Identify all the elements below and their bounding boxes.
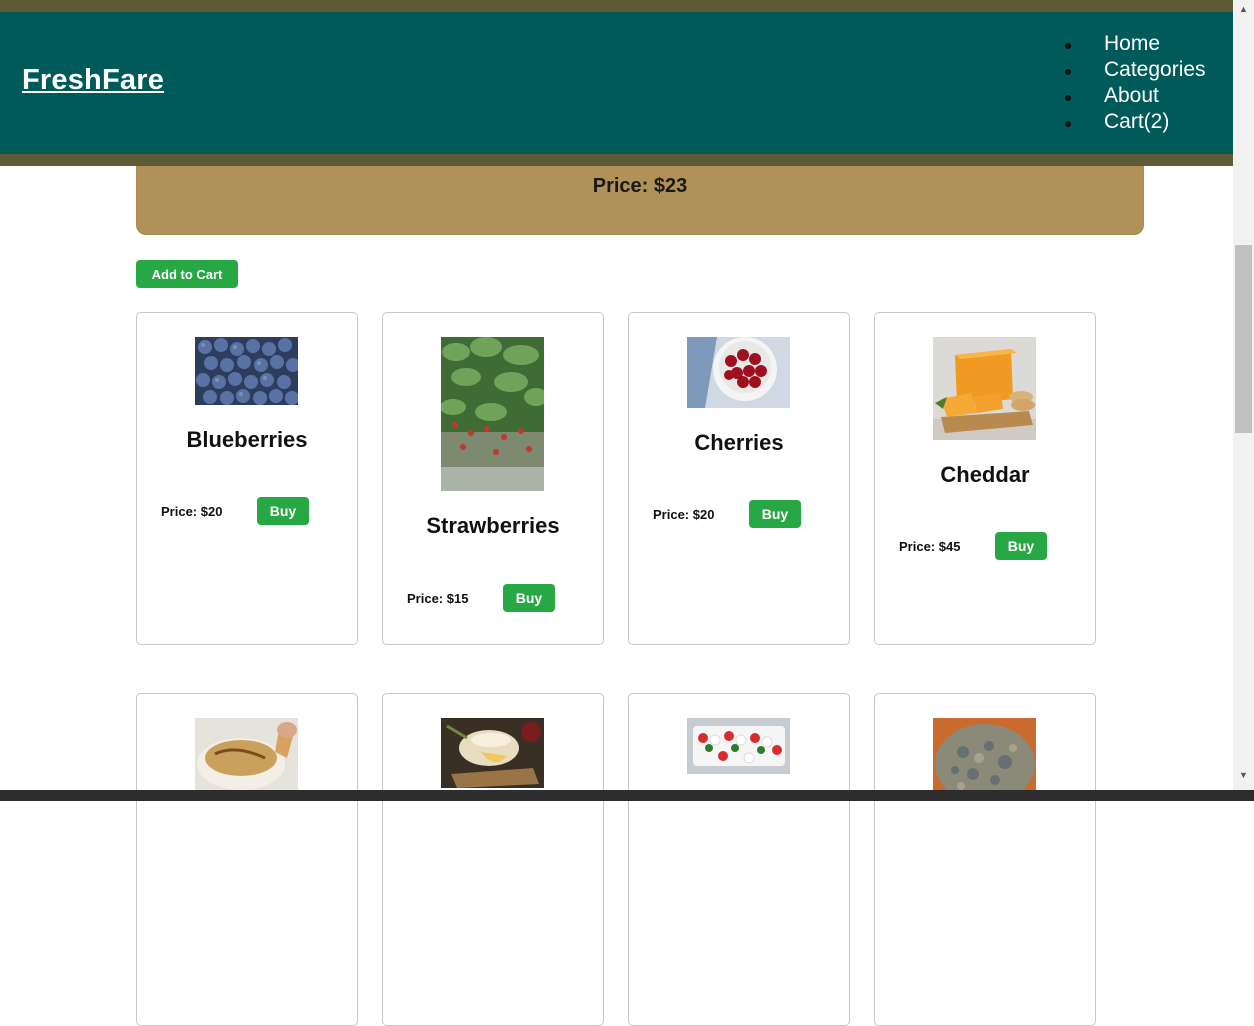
buy-button[interactable]: Buy	[995, 532, 1047, 560]
cherries-image	[687, 337, 790, 408]
buy-button[interactable]: Buy	[749, 500, 801, 528]
product-detail-panel: Price: $23	[136, 166, 1144, 235]
product-name: Cheddar	[940, 462, 1030, 487]
cheese-dip-image	[195, 718, 298, 798]
cheddar-image	[933, 337, 1036, 440]
brand-logo-link[interactable]: FreshFare	[22, 64, 164, 97]
product-card-strawberries: Strawberries Price: $15 Buy	[382, 312, 604, 645]
product-card-blueberries: Blueberries Price: $20 Buy	[136, 312, 358, 645]
product-price: Price: $20	[161, 504, 223, 519]
product-card	[628, 693, 850, 1026]
product-card-cherries: Cherries Price: $20 Buy	[628, 312, 850, 645]
buy-button[interactable]: Buy	[257, 497, 309, 525]
product-price: Price: $20	[653, 507, 715, 522]
product-card	[382, 693, 604, 1026]
product-name: Strawberries	[426, 513, 560, 538]
baked-brie-image	[441, 718, 544, 788]
product-card-cheddar: Cheddar Price: $45 Buy	[874, 312, 1096, 645]
scrollbar-thumb[interactable]	[1235, 245, 1252, 433]
product-detail-price: Price: $23	[592, 175, 688, 197]
page-scrollbar[interactable]: ▲ ▼	[1233, 0, 1254, 790]
product-card	[136, 693, 358, 1026]
blue-cheese-image	[933, 718, 1036, 798]
nav-links: Home Categories About Cart(2)	[1065, 31, 1206, 135]
blueberries-image	[195, 337, 298, 405]
nav-link-cart[interactable]: Cart(2)	[1065, 109, 1206, 135]
product-price: Price: $45	[899, 539, 961, 554]
nav-link-about[interactable]: About	[1065, 83, 1206, 109]
scroll-down-arrow-icon[interactable]: ▼	[1233, 766, 1254, 783]
os-taskbar-edge	[0, 790, 1254, 801]
product-name: Cherries	[694, 430, 784, 455]
header-top-strip	[0, 0, 1233, 12]
scroll-up-arrow-icon[interactable]: ▲	[1233, 0, 1254, 17]
add-to-cart-button[interactable]: Add to Cart	[136, 260, 238, 288]
product-name: Blueberries	[186, 427, 308, 452]
caprese-skewers-image	[687, 718, 790, 774]
header-bottom-strip	[0, 154, 1233, 166]
product-card	[874, 693, 1096, 1026]
strawberries-image	[441, 337, 544, 491]
navbar: FreshFare Home Categories About Cart(2)	[0, 12, 1233, 154]
nav-link-home[interactable]: Home	[1065, 31, 1206, 57]
product-price: Price: $15	[407, 591, 469, 606]
buy-button[interactable]: Buy	[503, 584, 555, 612]
nav-link-categories[interactable]: Categories	[1065, 57, 1206, 83]
